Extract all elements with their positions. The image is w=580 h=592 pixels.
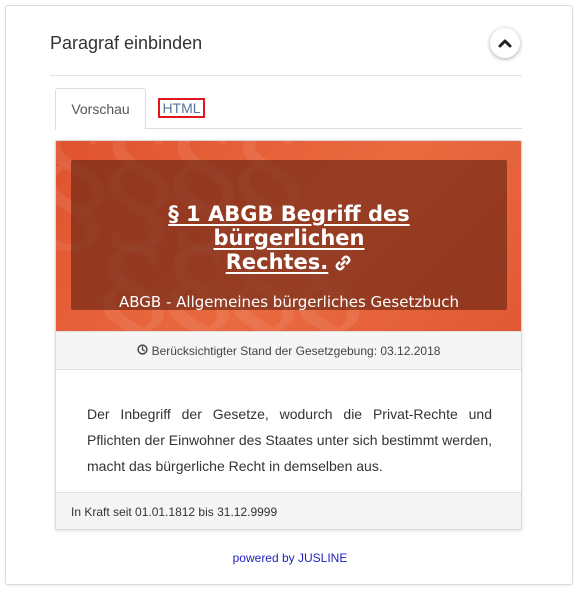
chevron-up-icon xyxy=(498,39,512,48)
in-kraft-bar: In Kraft seit 01.01.1812 bis 31.12.9999 xyxy=(56,492,521,529)
tab-vorschau[interactable]: Vorschau xyxy=(55,88,146,130)
stand-bar: Berücksichtigter Stand der Gesetzgebung:… xyxy=(56,331,521,370)
in-kraft-text: In Kraft seit 01.01.1812 bis 31.12.9999 xyxy=(71,504,278,519)
panel-header: Paragraf einbinden xyxy=(50,22,522,76)
collapse-button[interactable] xyxy=(490,28,520,58)
paragraph-body: Der Inbegriff der Gesetze, wodurch die P… xyxy=(87,406,492,474)
paragraph-title-line2: Rechtes. xyxy=(225,250,329,274)
powered-by-link[interactable]: powered by JUSLINE xyxy=(0,551,580,565)
card-hero: §§§§ §§§§ § 1 ABGB Begriff des bürgerlic… xyxy=(56,141,521,331)
tab-bar: Vorschau HTML xyxy=(55,88,522,130)
panel-title: Paragraf einbinden xyxy=(50,33,203,53)
link-icon xyxy=(334,253,352,277)
hero-overlay: § 1 ABGB Begriff des bürgerlichen Rechte… xyxy=(71,160,507,311)
tab-html[interactable]: HTML xyxy=(158,98,205,118)
clock-icon xyxy=(136,343,148,358)
preview-card: §§§§ §§§§ § 1 ABGB Begriff des bürgerlic… xyxy=(55,140,522,530)
paragraph-title-line1: § 1 ABGB Begriff des bürgerlichen xyxy=(168,202,410,250)
paragraph-title-link[interactable]: § 1 ABGB Begriff des bürgerlichen Rechte… xyxy=(91,202,487,277)
law-subtitle: ABGB - Allgemeines bürgerliches Gesetzbu… xyxy=(118,293,459,311)
stand-text: Berücksichtigter Stand der Gesetzgebung:… xyxy=(151,343,441,358)
